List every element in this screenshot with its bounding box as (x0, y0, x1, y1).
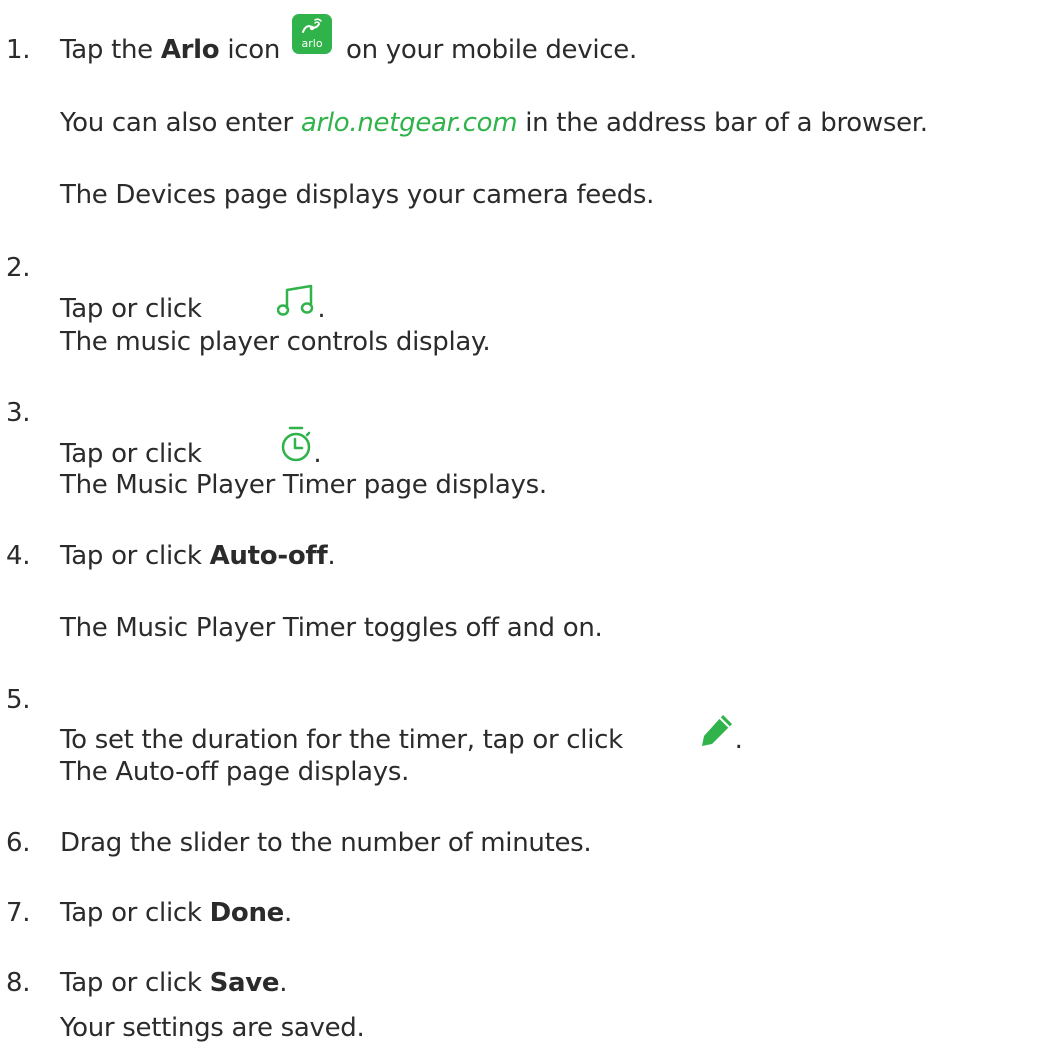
step-number: 2. (6, 253, 31, 283)
pencil-edit-icon (635, 672, 735, 800)
instructions-document: 1. Tap the ​Arlo icon arlo on your mobil… (0, 0, 1037, 1048)
note-text: Your settings are saved. (60, 1013, 365, 1043)
website-link[interactable]: arlo.netgear.com (301, 108, 518, 138)
save-label: Save (209, 968, 280, 998)
note-text: The Music Player Timer toggles off and o… (60, 613, 603, 643)
step-text: Tap or click ​Done. (60, 893, 292, 933)
note-text: The Music Player Timer page displays. (60, 470, 547, 500)
note-text: You can also enter arlo.netgear.com in t… (60, 108, 928, 138)
step-text: Tap or click ​Save. (60, 963, 288, 1003)
step-number: 5. (6, 685, 31, 715)
arlo-app-icon: arlo (292, 14, 333, 54)
app-name: Arlo (160, 35, 220, 65)
note-text: The Devices page displays your camera fe… (60, 180, 655, 210)
note-text: The music player controls display. (60, 327, 491, 357)
step-number: 7. (6, 898, 31, 928)
note-text: The Auto-off page displays. (60, 757, 410, 787)
step-number: 8. (6, 968, 31, 998)
auto-off-label: Auto-off (209, 541, 328, 571)
step-number: 4. (6, 541, 31, 571)
step-number: 1. (6, 35, 31, 65)
step-text: Tap or click ​Auto-off. (60, 536, 336, 576)
step-text: Tap the ​Arlo icon arlo on your mobile d… (60, 14, 637, 70)
step-number: 6. (6, 828, 31, 858)
step-number: 3. (6, 398, 31, 428)
step-text: Drag the slider to the number of minutes… (60, 828, 592, 858)
done-label: Done (209, 898, 285, 928)
